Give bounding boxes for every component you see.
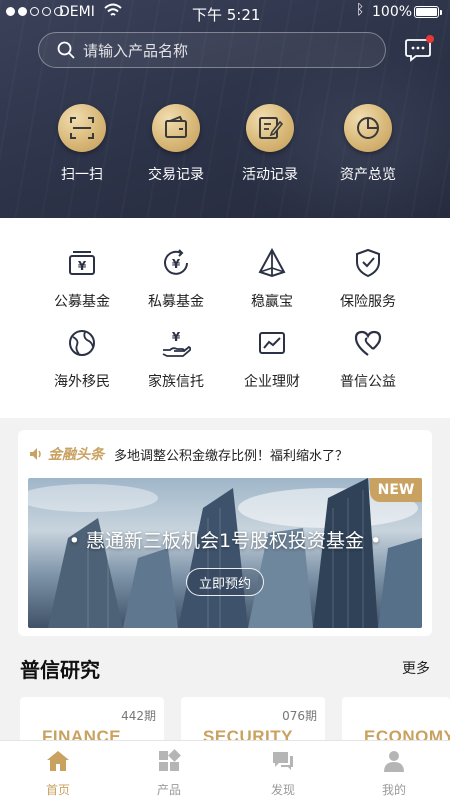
quick-transactions[interactable]: 交易记录	[126, 104, 226, 184]
news-badge-label: 金融头条	[48, 447, 104, 463]
unread-dot	[426, 35, 434, 43]
clock: 下午 5:21	[192, 6, 261, 24]
tab-discover[interactable]: 发现	[227, 741, 339, 800]
scan-icon	[70, 117, 94, 139]
service-private-fund[interactable]: ¥ 私募基金	[126, 248, 226, 311]
service-enterprise-label: 企业理财	[244, 374, 300, 390]
service-wenyingbao[interactable]: 稳赢宝	[222, 247, 322, 311]
carrier-name: DEMI	[59, 4, 95, 20]
news-ticker[interactable]: 金融头条 多地调整公积金缴存比例！福利缩水了？	[28, 444, 424, 464]
service-insurance[interactable]: 保险服务	[318, 248, 418, 311]
service-insurance-label: 保险服务	[340, 294, 396, 310]
quick-scan[interactable]: 扫一扫	[32, 104, 132, 184]
research-more-link[interactable]: 更多	[402, 658, 430, 678]
tab-products[interactable]: 产品	[113, 741, 225, 800]
wifi-icon	[104, 3, 122, 16]
heart-icon	[354, 330, 382, 356]
tab-home[interactable]: 首页	[2, 741, 114, 800]
svg-text:¥: ¥	[78, 259, 87, 273]
speaker-icon	[30, 448, 41, 460]
search-bar[interactable]	[38, 32, 386, 68]
wallet-icon	[165, 115, 187, 138]
battery-icon	[414, 6, 442, 18]
bottom-tab-bar: 首页 产品 发现 我的	[0, 740, 450, 800]
news-card: 金融头条 多地调整公积金缴存比例！福利缩水了？ NEW • 惠通新三板机会1号股…	[18, 430, 432, 636]
service-immigration-label: 海外移民	[54, 374, 110, 390]
new-tag: NEW	[370, 478, 422, 502]
reserve-button[interactable]: 立即预约	[186, 568, 264, 596]
service-immigration[interactable]: 海外移民	[32, 328, 132, 391]
header-hero: DEMI 下午 5:21 ᛒ 100% 请输入产品名称 扫一扫 交易记录 活动记…	[0, 0, 450, 218]
pie-chart-icon	[357, 117, 379, 139]
trend-chart-icon	[259, 332, 285, 354]
service-family-trust-label: 家族信托	[148, 374, 204, 390]
tab-home-label: 首页	[45, 783, 70, 797]
person-icon	[384, 751, 404, 772]
research-section-title: 普信研究	[20, 658, 100, 682]
home-icon	[47, 751, 69, 771]
message-button[interactable]	[405, 35, 434, 62]
service-wenyingbao-label: 稳赢宝	[251, 294, 293, 310]
service-family-trust[interactable]: ¥ 家族信托	[126, 328, 226, 391]
tab-mine[interactable]: 我的	[338, 741, 450, 800]
quick-transactions-label: 交易记录	[148, 167, 204, 183]
notepad-icon	[259, 117, 283, 139]
quick-assets-label: 资产总览	[340, 167, 396, 183]
yen-card-icon: ¥	[69, 251, 95, 275]
quick-actions: 扫一扫 交易记录 活动记录 资产总览	[0, 104, 450, 194]
service-charity-label: 普信公益	[340, 374, 396, 390]
chat-icon	[273, 752, 293, 770]
svg-text:¥: ¥	[172, 257, 181, 271]
battery-percent: 100%	[372, 4, 413, 20]
search-input[interactable]	[83, 39, 363, 63]
service-private-fund-label: 私募基金	[148, 294, 204, 310]
tab-discover-label: 发现	[270, 783, 295, 797]
services-grid: ¥ 公募基金 ¥ 私募基金 稳赢宝 保险服务 海外移民 ¥ 家族信托 企业理财 …	[0, 218, 450, 418]
service-enterprise[interactable]: 企业理财	[222, 328, 322, 391]
promo-banner[interactable]: NEW • 惠通新三板机会1号股权投资基金 • 立即预约	[28, 478, 422, 628]
hand-yen-icon: ¥	[162, 330, 192, 357]
quick-activity[interactable]: 活动记录	[220, 104, 320, 184]
research-issue: 442期	[121, 709, 156, 723]
service-charity[interactable]: 普信公益	[318, 328, 418, 391]
tab-products-label: 产品	[156, 783, 181, 797]
research-issue: 076期	[282, 709, 317, 723]
globe-icon	[69, 330, 95, 356]
news-headline[interactable]: 多地调整公积金缴存比例！福利缩水了？	[114, 445, 348, 464]
tab-mine-label: 我的	[381, 783, 406, 797]
bluetooth-icon: ᛒ	[356, 2, 365, 18]
signal-dots-icon	[6, 7, 63, 16]
grid-icon	[159, 749, 181, 771]
quick-scan-label: 扫一扫	[61, 167, 103, 183]
shield-check-icon	[356, 248, 380, 278]
service-public-fund[interactable]: ¥ 公募基金	[32, 248, 132, 311]
pyramid-icon	[258, 247, 286, 278]
status-bar: DEMI 下午 5:21 ᛒ 100%	[0, 0, 450, 26]
quick-assets[interactable]: 资产总览	[318, 104, 418, 184]
svg-text:¥: ¥	[172, 330, 181, 344]
skyline-image	[28, 478, 422, 628]
news-badge: 金融头条	[28, 444, 104, 464]
banner-title: • 惠通新三板机会1号股权投资基金 •	[68, 530, 382, 552]
search-icon	[57, 41, 75, 59]
yen-cycle-icon: ¥	[164, 249, 188, 275]
service-public-fund-label: 公募基金	[54, 294, 110, 310]
quick-activity-label: 活动记录	[242, 167, 298, 183]
